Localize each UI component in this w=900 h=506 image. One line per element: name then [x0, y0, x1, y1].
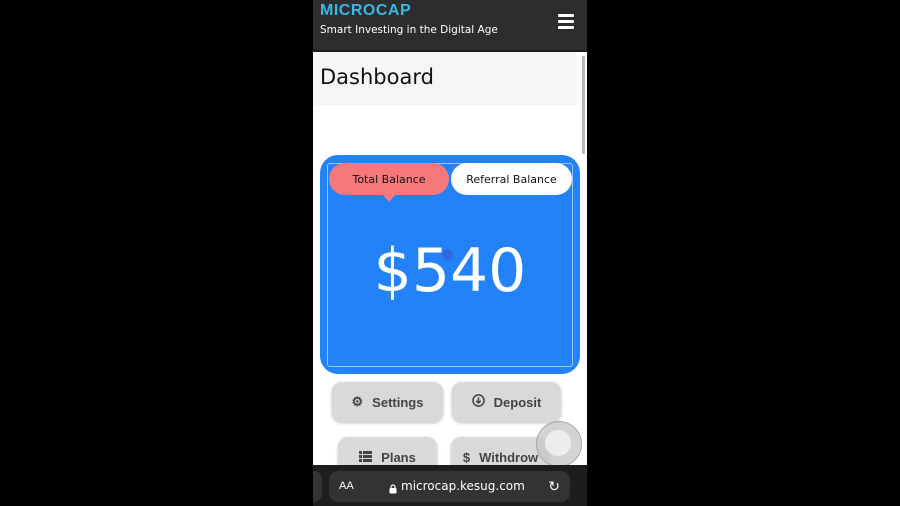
scrollbar[interactable] [582, 56, 585, 154]
deposit-label: Deposit [493, 394, 542, 410]
tab-total-balance[interactable]: Total Balance [329, 163, 449, 202]
reload-icon[interactable]: ↻ [548, 478, 560, 495]
text-size-button[interactable]: AA [339, 480, 354, 492]
balance-amount: $540 [373, 236, 527, 306]
tagline: Smart Investing in the Digital Age [320, 24, 498, 36]
plans-label: Plans [381, 449, 416, 465]
list-icon [359, 450, 373, 465]
app-header: MICROCAP Smart Investing in the Digital … [313, 0, 587, 52]
previous-tab-pill[interactable] [313, 471, 322, 502]
settings-button[interactable]: ⚙ Settings [332, 382, 443, 422]
gear-icon: ⚙ [351, 394, 364, 409]
page-title-bar: Dashboard [313, 52, 577, 106]
touch-indicator [442, 249, 453, 260]
url-text: microcap.kesug.com [401, 479, 525, 493]
assistive-touch-button[interactable] [536, 421, 582, 467]
browser-address-bar: AA microcap.kesug.com ↻ [313, 465, 587, 506]
hamburger-menu-icon[interactable] [558, 14, 574, 30]
tab-referral-balance[interactable]: Referral Balance [451, 163, 572, 195]
page-title: Dashboard [320, 65, 434, 89]
download-circle-icon [471, 394, 485, 410]
deposit-button[interactable]: Deposit [452, 382, 561, 422]
withdraw-label: Withdrow [479, 449, 539, 465]
brand-logo[interactable]: MICROCAP [320, 2, 411, 20]
url-field[interactable]: AA microcap.kesug.com ↻ [329, 471, 570, 502]
settings-label: Settings [372, 394, 424, 410]
lock-icon [389, 481, 397, 494]
dollar-icon: $ [462, 449, 471, 465]
